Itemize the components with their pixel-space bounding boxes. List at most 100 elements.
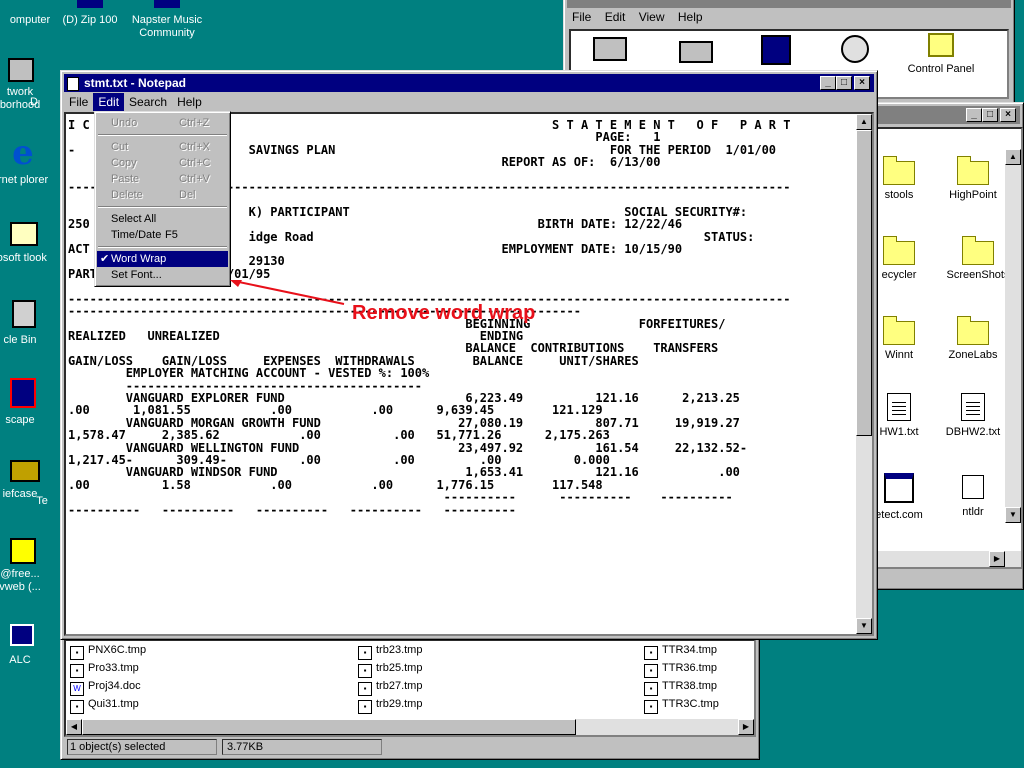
my-computer-titlebar[interactable] xyxy=(567,0,1011,8)
menu-item-select-all[interactable]: Select All xyxy=(97,211,228,227)
menu-item-delete[interactable]: Delete Del xyxy=(97,187,228,203)
file-row[interactable]: ▪ Qui31.tmp xyxy=(70,695,139,714)
tmp-file-icon: ▪ xyxy=(358,646,372,660)
file-row[interactable]: ▪ trb29.tmp xyxy=(358,695,423,714)
explorer-window-right[interactable]: _ □ × stools HighPoint ecycler ScreenSho… xyxy=(866,102,1024,590)
menu-item-copy[interactable]: Copy Ctrl+C xyxy=(97,155,228,171)
menu-item-shortcut: Ctrl+V xyxy=(179,173,210,185)
menu-item-label: Set Font... xyxy=(111,269,162,281)
control-panel-icon xyxy=(928,33,954,57)
scroll-thumb[interactable] xyxy=(856,130,872,436)
menu-help[interactable]: Help xyxy=(172,93,207,111)
maximize-button[interactable]: □ xyxy=(836,76,852,90)
vertical-scrollbar[interactable]: ▲ ▼ xyxy=(856,114,872,634)
notepad-menubar: File Edit Search Help xyxy=(64,93,874,111)
folder-item[interactable]: ecycler xyxy=(874,236,932,281)
file-row[interactable]: ▪ TTR38.tmp xyxy=(644,677,717,696)
desktop-icon-netscape[interactable]: scape xyxy=(0,378,54,427)
scroll-right-button[interactable]: ▶ xyxy=(989,551,1005,567)
status-size: 3.77KB xyxy=(222,739,382,755)
folder-item[interactable]: HighPoint xyxy=(940,156,1006,201)
file-row[interactable]: ▪ TTR36.tmp xyxy=(644,659,717,678)
netscape-icon xyxy=(10,378,36,408)
file-row[interactable]: ▪ TTR34.tmp xyxy=(644,641,717,660)
file-row[interactable]: ▪ Pro33.tmp xyxy=(70,659,139,678)
menu-edit[interactable]: Edit xyxy=(600,8,631,26)
scroll-down-button[interactable]: ▼ xyxy=(856,618,872,634)
desktop-icon-outlook[interactable]: rosoft tlook xyxy=(0,222,54,265)
file-row[interactable]: ▪ trb23.tmp xyxy=(358,641,423,660)
floppy-drive-icon[interactable] xyxy=(593,37,627,61)
horizontal-scrollbar[interactable]: ▶ xyxy=(874,551,1021,567)
menu-item-shortcut: Ctrl+C xyxy=(179,157,211,169)
file-item[interactable]: ntldr xyxy=(940,473,1006,518)
maximize-button[interactable]: □ xyxy=(982,108,998,122)
folder-icon xyxy=(957,156,989,185)
control-panel-item[interactable]: Control Panel xyxy=(881,33,1001,75)
menu-item-paste[interactable]: Paste Ctrl+V xyxy=(97,171,228,187)
folder-item[interactable]: stools xyxy=(874,156,932,201)
file-row[interactable]: ▪ trb25.tmp xyxy=(358,659,422,678)
file-item[interactable]: etect.com xyxy=(874,473,932,521)
desktop-icon-shortcut-te[interactable]: Te xyxy=(22,495,62,508)
desktop-icon-internet-explorer[interactable]: e ernet plorer xyxy=(0,136,54,187)
tmp-file-icon: ▪ xyxy=(358,700,372,714)
file-label: ntldr xyxy=(962,506,984,518)
menu-file[interactable]: File xyxy=(567,8,596,26)
menu-item-undo[interactable]: Undo Ctrl+Z xyxy=(97,115,228,131)
menu-search[interactable]: Search xyxy=(124,93,172,111)
status-selection: 1 object(s) selected xyxy=(67,739,217,755)
close-button[interactable]: × xyxy=(854,76,870,90)
network-drive-icon[interactable] xyxy=(679,41,713,63)
file-label: trb29.tmp xyxy=(376,698,423,710)
desktop-icon-zip-drive[interactable]: (D) Zip 100 xyxy=(52,0,128,27)
file-item[interactable]: DBHW2.txt xyxy=(940,391,1006,438)
vertical-scrollbar[interactable]: ▲ ▼ xyxy=(1005,149,1021,523)
menu-item-set-font[interactable]: Set Font... xyxy=(97,267,228,283)
scroll-right-button[interactable]: ▶ xyxy=(738,719,754,735)
file-row[interactable]: W Proj34.doc xyxy=(70,677,141,696)
folder-item[interactable]: Winnt xyxy=(874,316,932,361)
scroll-down-button[interactable]: ▼ xyxy=(1005,507,1021,523)
tmp-file-icon: ▪ xyxy=(644,700,658,714)
menu-item-time-date[interactable]: Time/Date F5 xyxy=(97,227,228,243)
cd-drive-icon[interactable] xyxy=(841,35,869,63)
scroll-up-button[interactable]: ▲ xyxy=(1005,149,1021,165)
menu-item-word-wrap[interactable]: ✔ Word Wrap xyxy=(97,251,228,267)
folder-icon xyxy=(957,316,989,345)
zip-drive-icon[interactable] xyxy=(761,35,791,65)
folder-item[interactable]: ZoneLabs xyxy=(940,316,1006,361)
file-item[interactable]: HW1.txt xyxy=(874,391,932,438)
close-button[interactable]: × xyxy=(1000,108,1016,122)
file-row[interactable]: ▪ trb27.tmp xyxy=(358,677,422,696)
tmp-file-icon: ▪ xyxy=(358,682,372,696)
menu-item-cut[interactable]: Cut Ctrl+X xyxy=(97,139,228,155)
edit-menu-dropdown: Undo Ctrl+Z Cut Ctrl+X Copy Ctrl+C Paste Ctr… xyxy=(94,111,231,287)
menu-item-label: Word Wrap xyxy=(111,253,167,265)
minimize-button[interactable]: _ xyxy=(820,76,836,90)
folder-label: Winnt xyxy=(884,349,914,361)
explorer-window-bottom[interactable]: ▪ PNX6C.tmp ▪ Pro33.tmp W Proj34.doc ▪ Qui31… xyxy=(60,620,760,760)
minimize-button[interactable]: _ xyxy=(966,108,982,122)
desktop-icon-recycle-bin[interactable]: cle Bin xyxy=(0,300,54,347)
control-panel-label: Control Panel xyxy=(907,63,975,75)
scroll-left-button[interactable]: ◀ xyxy=(66,719,82,735)
menu-edit[interactable]: Edit xyxy=(93,93,125,111)
file-label: trb23.tmp xyxy=(376,644,423,656)
horizontal-scrollbar[interactable]: ◀ ▶ xyxy=(66,719,754,735)
desktop-icon-shortcut-d[interactable]: D xyxy=(14,96,54,109)
desktop-icon-calculator[interactable]: ALC xyxy=(0,624,54,667)
scroll-up-button[interactable]: ▲ xyxy=(856,114,872,130)
notepad-titlebar[interactable]: stmt.txt - Notepad _ □ × xyxy=(64,74,874,92)
desktop-icon-napster[interactable]: Napster Music Community xyxy=(122,0,212,40)
scroll-thumb[interactable] xyxy=(82,719,576,735)
desktop-icon-phone-dialer[interactable]: @free... vweb (... xyxy=(0,538,54,594)
menu-view[interactable]: View xyxy=(634,8,670,26)
menu-help[interactable]: Help xyxy=(673,8,708,26)
explorer-right-titlebar[interactable]: _ □ × xyxy=(870,106,1020,124)
tmp-file-icon: ▪ xyxy=(70,664,84,678)
file-row[interactable]: ▪ TTR3C.tmp xyxy=(644,695,719,714)
menu-file[interactable]: File xyxy=(64,93,93,111)
file-label: PNX6C.tmp xyxy=(88,644,147,656)
file-row[interactable]: ▪ PNX6C.tmp xyxy=(70,641,147,660)
